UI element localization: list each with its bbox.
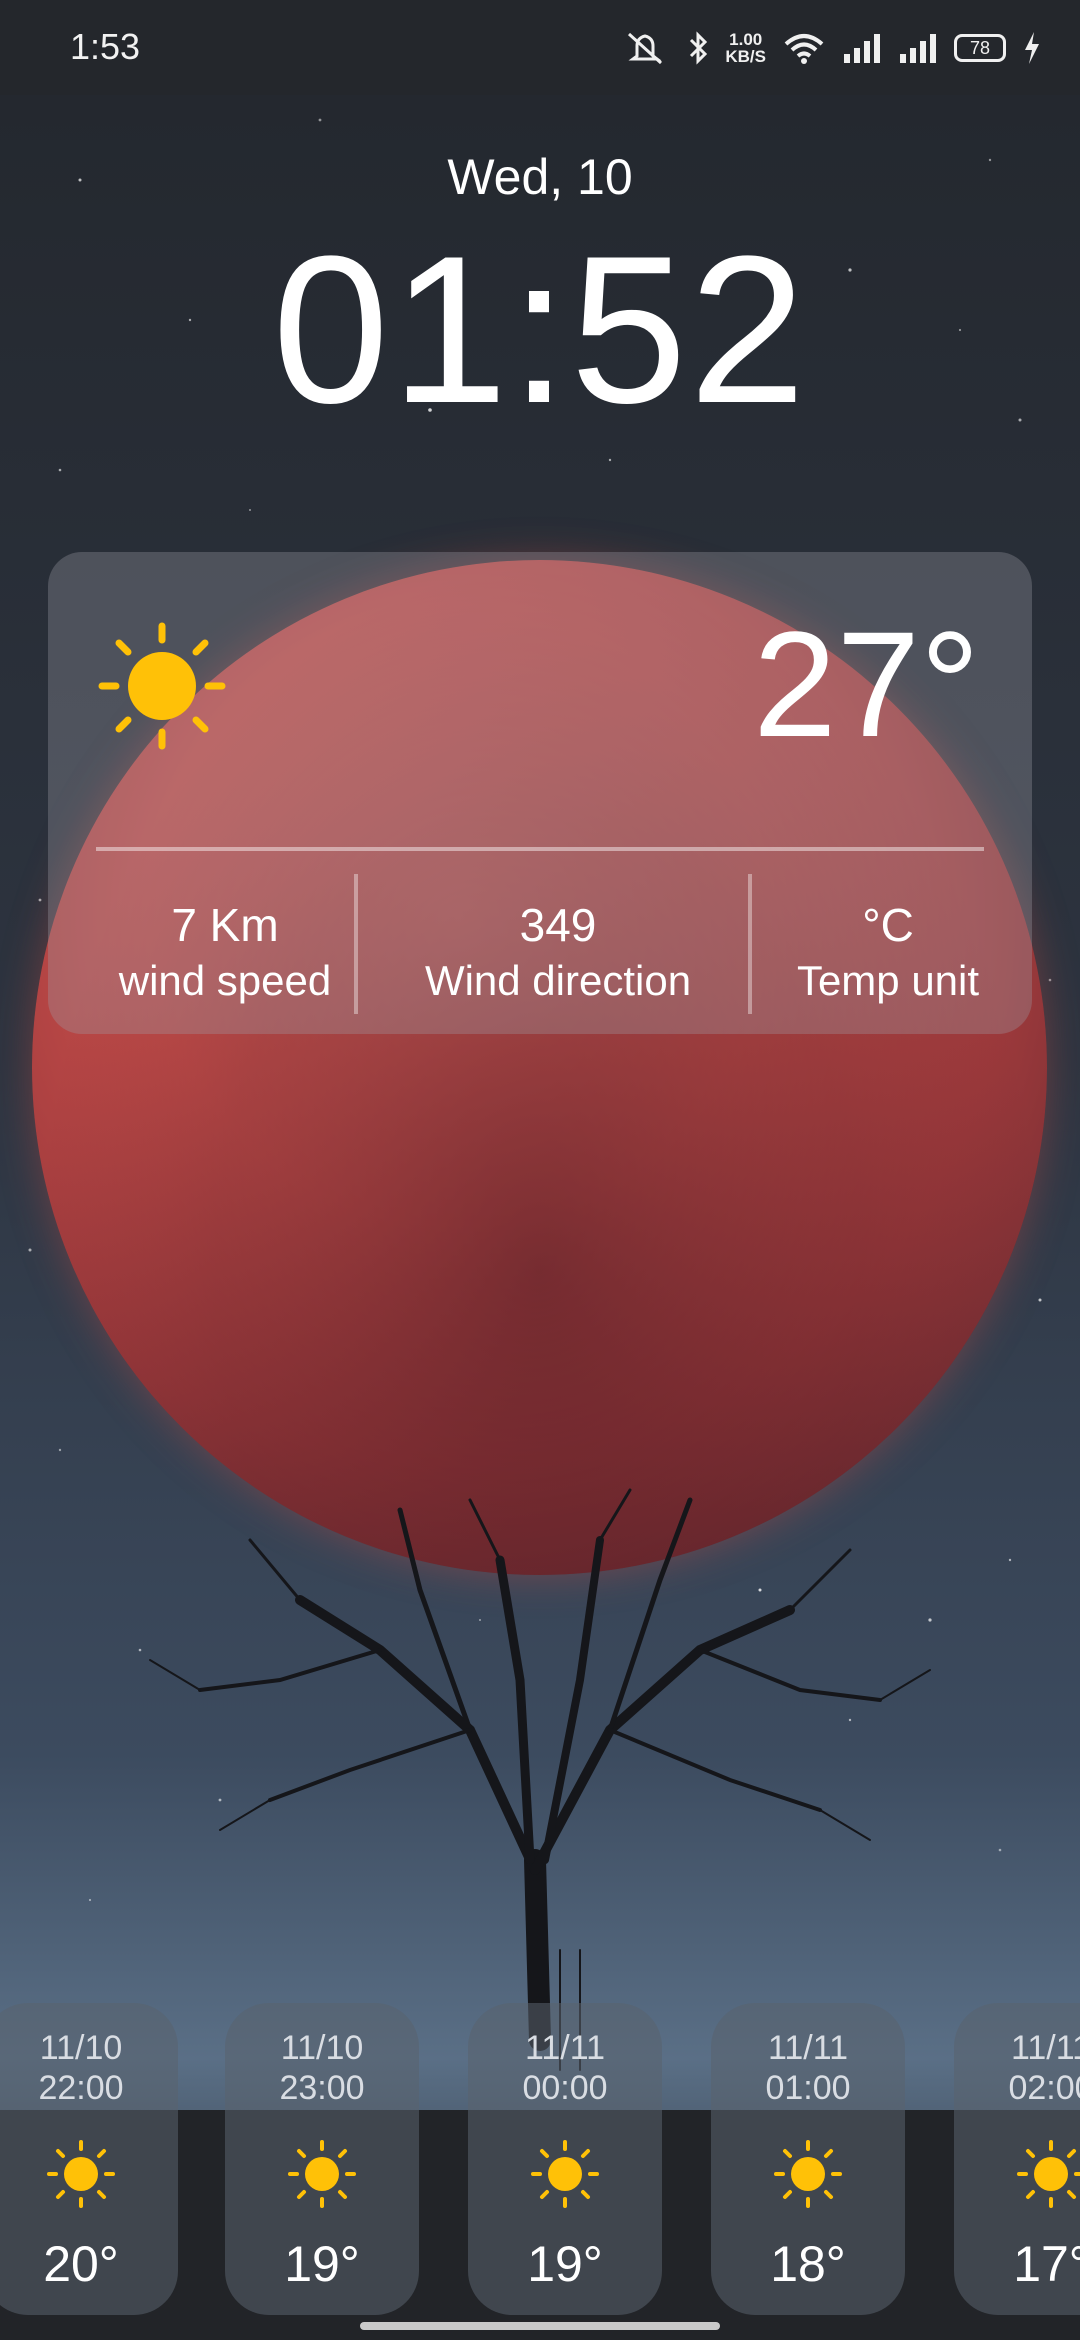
network-speed: 1.00 KB/S <box>725 31 766 65</box>
card-divider <box>96 847 984 851</box>
battery-icon: 78 <box>954 34 1006 62</box>
date-label: Wed, 10 <box>447 149 633 205</box>
hourly-forecast-item[interactable]: 11/10 22:00 20° <box>0 2003 178 2315</box>
hourly-forecast-item[interactable]: 11/11 00:00 19° <box>468 2003 662 2315</box>
forecast-date: 11/11 <box>767 2029 849 2067</box>
sun-icon <box>531 2140 599 2208</box>
wind-direction-value: 349 <box>519 899 597 951</box>
temp-unit-stat[interactable]: °C Temp unit <box>748 897 1028 1009</box>
clock-time: 01:52 <box>272 212 808 447</box>
hourly-forecast-item[interactable]: 11/11 02:00 17° <box>954 2003 1080 2315</box>
wind-direction-label: Wind direction <box>424 957 692 1004</box>
signal-icon-2 <box>900 34 936 63</box>
forecast-time: 23:00 <box>279 2069 365 2107</box>
forecast-temperature: 18° <box>770 2236 846 2292</box>
bluetooth-icon <box>690 31 708 65</box>
current-weather-card[interactable]: 27° 7 Km wind speed 349 Wind direction °… <box>48 552 1032 1034</box>
sun-icon <box>1017 2140 1080 2208</box>
forecast-time: 22:00 <box>38 2069 124 2107</box>
forecast-date: 11/10 <box>39 2029 123 2067</box>
forecast-temperature: 17° <box>1013 2236 1080 2292</box>
weather-screen: 1:53 1.00 KB/S 78 Wed, 10 01:52 27° 7 Km… <box>0 0 1080 2340</box>
network-speed-unit: KB/S <box>725 47 766 66</box>
forecast-date: 11/11 <box>1010 2029 1080 2067</box>
wind-speed-value: 7 Km <box>171 899 279 951</box>
sun-icon <box>774 2140 842 2208</box>
hourly-forecast-item[interactable]: 11/11 01:00 18° <box>711 2003 905 2315</box>
home-indicator[interactable] <box>360 2322 720 2330</box>
battery-level: 78 <box>969 37 991 58</box>
forecast-time: 00:00 <box>522 2069 608 2107</box>
charging-icon <box>1025 32 1039 64</box>
signal-icon <box>844 34 880 63</box>
mute-icon <box>628 32 663 65</box>
forecast-temperature: 19° <box>527 2236 603 2292</box>
forecast-temperature: 19° <box>284 2236 360 2292</box>
forecast-date: 11/11 <box>524 2029 606 2067</box>
temp-unit-label: Temp unit <box>796 957 980 1004</box>
status-icons: 1.00 KB/S 78 <box>625 26 1042 70</box>
wind-speed-stat: 7 Km wind speed <box>60 897 390 1009</box>
wind-direction-stat: 349 Wind direction <box>358 897 758 1009</box>
sun-icon <box>288 2140 356 2208</box>
network-speed-value: 1.00 <box>729 30 763 49</box>
status-bar: 1:53 1.00 KB/S 78 <box>0 0 1080 95</box>
wind-speed-label: wind speed <box>118 957 332 1004</box>
sun-icon <box>47 2140 115 2208</box>
status-time: 1:53 <box>70 26 141 67</box>
wifi-icon <box>784 34 824 64</box>
forecast-temperature: 20° <box>43 2236 119 2292</box>
forecast-date: 11/10 <box>280 2029 364 2067</box>
sun-icon <box>98 622 226 750</box>
hourly-forecast-item[interactable]: 11/10 23:00 19° <box>225 2003 419 2315</box>
forecast-time: 02:00 <box>1008 2069 1080 2107</box>
forecast-time: 01:00 <box>765 2069 851 2107</box>
current-temperature: 27° <box>753 600 980 768</box>
temp-unit-value: °C <box>862 899 914 951</box>
